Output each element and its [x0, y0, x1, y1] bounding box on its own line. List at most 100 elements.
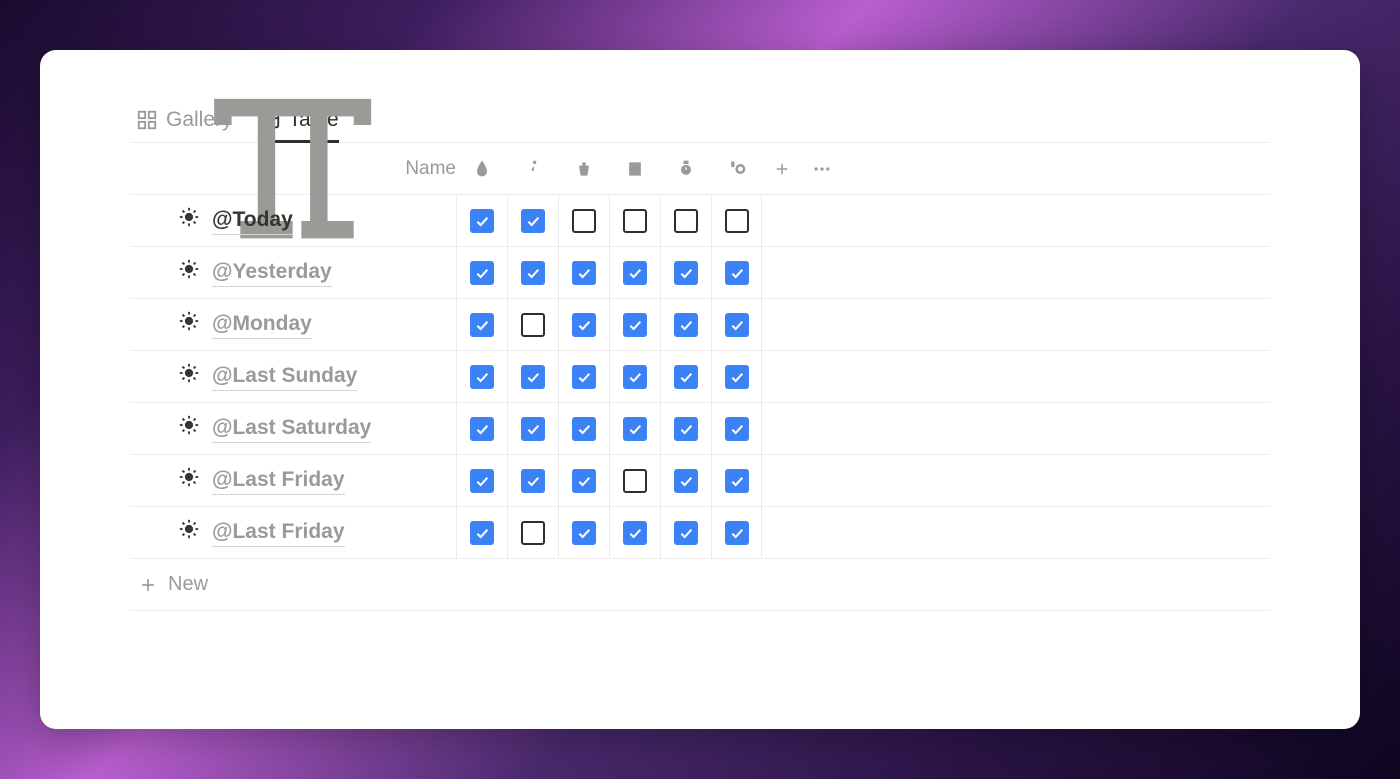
checkbox[interactable]: [674, 365, 698, 389]
checkbox[interactable]: [623, 209, 647, 233]
checkbox-cell: [660, 351, 711, 402]
new-row-button[interactable]: New: [130, 559, 1270, 611]
checkbox[interactable]: [725, 365, 749, 389]
checkbox[interactable]: [725, 521, 749, 545]
checkbox[interactable]: [674, 209, 698, 233]
checkbox-cell: [456, 403, 507, 454]
date-label: @Last Friday: [212, 518, 345, 546]
checkbox[interactable]: [572, 365, 596, 389]
checkbox-cell: [609, 195, 660, 246]
checkbox-cell: [558, 247, 609, 298]
table-row[interactable]: @Today: [130, 195, 1270, 247]
checkbox[interactable]: [470, 365, 494, 389]
food-icon: [727, 159, 747, 179]
plus-icon: [138, 575, 158, 595]
checkbox[interactable]: [572, 417, 596, 441]
checkbox-cell: [609, 507, 660, 558]
row-name-cell[interactable]: @Monday: [130, 310, 456, 338]
checkbox[interactable]: [521, 365, 545, 389]
column-header-reading[interactable]: [609, 159, 660, 179]
checkbox[interactable]: [623, 417, 647, 441]
checkbox[interactable]: [623, 521, 647, 545]
sun-icon: [178, 310, 200, 338]
checkbox-cell: [609, 299, 660, 350]
checkbox-cell: [558, 195, 609, 246]
checkbox[interactable]: [572, 261, 596, 285]
checkbox-cell: [711, 403, 762, 454]
checkbox-cell: [609, 403, 660, 454]
checkbox[interactable]: [725, 261, 749, 285]
checkbox-cell: [456, 195, 507, 246]
watch-icon: [676, 159, 696, 179]
table-body: Name: [130, 143, 1270, 611]
column-header-time[interactable]: [660, 159, 711, 179]
checkbox[interactable]: [521, 417, 545, 441]
checkbox[interactable]: [572, 521, 596, 545]
checkbox-cell: [660, 195, 711, 246]
row-name-cell[interactable]: @Last Friday: [130, 466, 456, 494]
checkbox-cell: [660, 247, 711, 298]
checkbox-cell: [507, 247, 558, 298]
checkbox-cell: [558, 351, 609, 402]
database-card: Gallery Table Name: [40, 50, 1360, 729]
row-name-cell[interactable]: @Last Saturday: [130, 414, 456, 442]
checkbox-cell: [507, 507, 558, 558]
checkbox[interactable]: [470, 209, 494, 233]
checkbox[interactable]: [725, 313, 749, 337]
table-row[interactable]: @Yesterday: [130, 247, 1270, 299]
row-name-cell[interactable]: @Today: [130, 206, 456, 234]
checkbox[interactable]: [674, 469, 698, 493]
checkbox[interactable]: [470, 417, 494, 441]
checkbox[interactable]: [521, 521, 545, 545]
checkbox[interactable]: [521, 313, 545, 337]
checkbox[interactable]: [623, 261, 647, 285]
checkbox[interactable]: [623, 365, 647, 389]
add-column-button[interactable]: [762, 160, 802, 178]
checkbox-cell: [609, 455, 660, 506]
checkbox-cell: [660, 507, 711, 558]
column-header-water[interactable]: [456, 159, 507, 179]
checkbox[interactable]: [623, 313, 647, 337]
date-label: @Monday: [212, 310, 312, 338]
checkbox[interactable]: [572, 313, 596, 337]
column-header-food[interactable]: [711, 159, 762, 179]
checkbox[interactable]: [572, 209, 596, 233]
checkbox[interactable]: [470, 313, 494, 337]
checkbox[interactable]: [623, 469, 647, 493]
checkbox-cell: [456, 247, 507, 298]
column-header-exercise[interactable]: [507, 159, 558, 179]
checkbox[interactable]: [521, 469, 545, 493]
table-row[interactable]: @Last Sunday: [130, 351, 1270, 403]
table-row[interactable]: @Last Friday: [130, 507, 1270, 559]
sun-icon: [178, 518, 200, 546]
checkbox[interactable]: [674, 521, 698, 545]
book-icon: [625, 159, 645, 179]
checkbox[interactable]: [521, 209, 545, 233]
new-row-label: New: [168, 573, 208, 596]
checkbox-cell: [507, 195, 558, 246]
checkbox[interactable]: [725, 417, 749, 441]
column-header-drink[interactable]: [558, 159, 609, 179]
date-label: @Last Friday: [212, 466, 345, 494]
checkbox[interactable]: [470, 469, 494, 493]
date-label: @Yesterday: [212, 258, 332, 286]
table-row[interactable]: @Monday: [130, 299, 1270, 351]
checkbox[interactable]: [470, 521, 494, 545]
row-name-cell[interactable]: @Last Sunday: [130, 362, 456, 390]
checkbox[interactable]: [674, 313, 698, 337]
table-row[interactable]: @Last Friday: [130, 455, 1270, 507]
checkbox[interactable]: [674, 417, 698, 441]
checkbox[interactable]: [725, 209, 749, 233]
checkbox-cell: [711, 247, 762, 298]
checkbox[interactable]: [572, 469, 596, 493]
checkbox-cell: [507, 299, 558, 350]
checkbox[interactable]: [470, 261, 494, 285]
row-name-cell[interactable]: @Yesterday: [130, 258, 456, 286]
checkbox[interactable]: [521, 261, 545, 285]
checkbox[interactable]: [725, 469, 749, 493]
more-options-button[interactable]: [802, 159, 842, 179]
table-row[interactable]: @Last Saturday: [130, 403, 1270, 455]
cup-icon: [574, 159, 594, 179]
row-name-cell[interactable]: @Last Friday: [130, 518, 456, 546]
checkbox[interactable]: [674, 261, 698, 285]
